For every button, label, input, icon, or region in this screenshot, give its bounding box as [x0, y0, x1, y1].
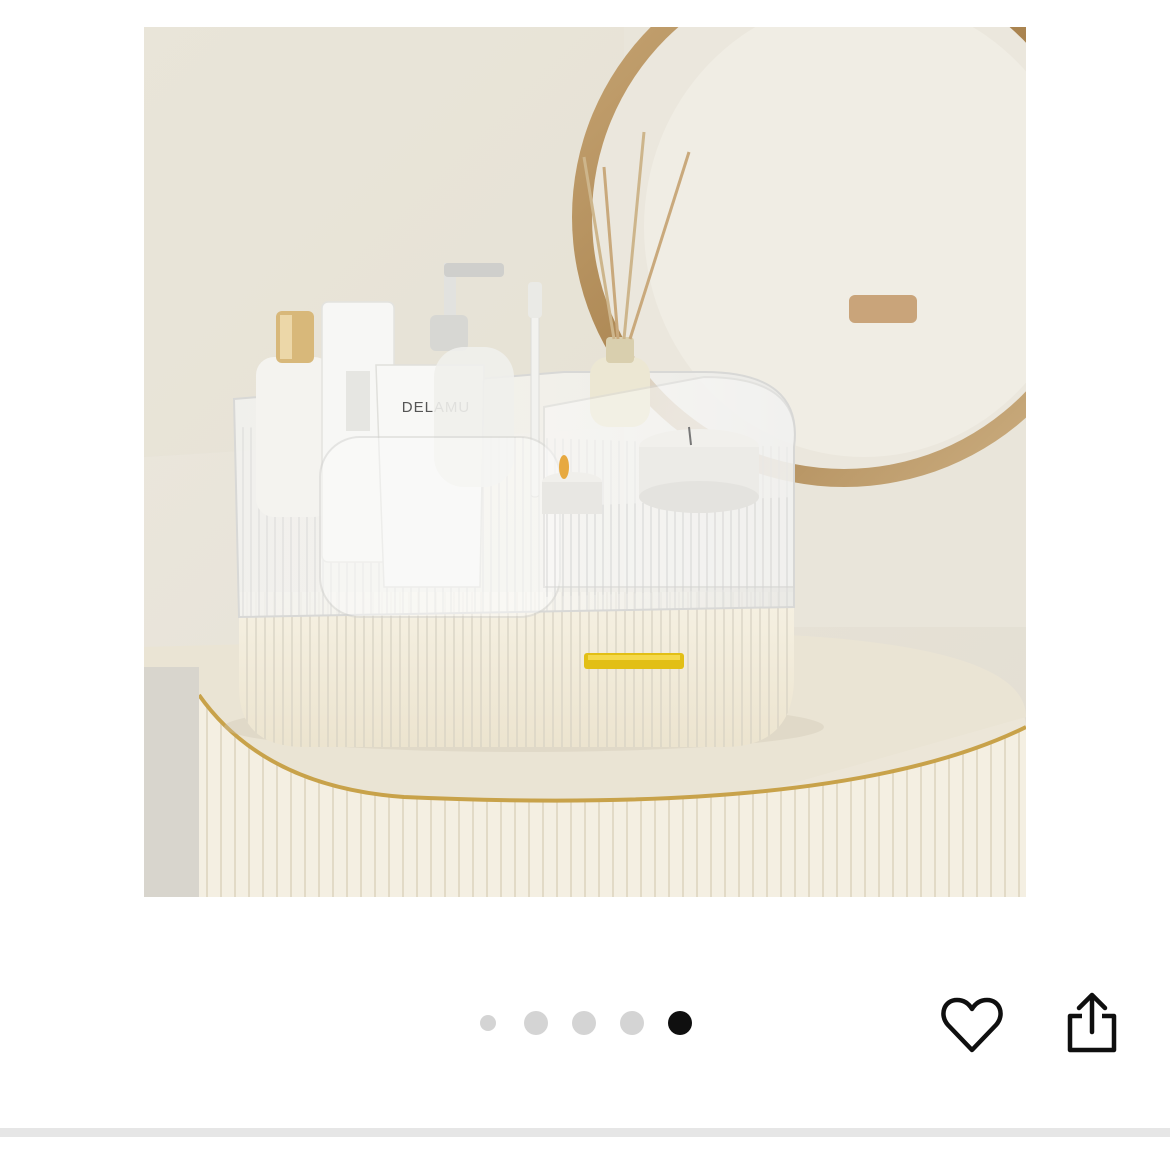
carousel-dot-4[interactable] — [620, 1011, 644, 1035]
share-button[interactable] — [1064, 990, 1120, 1054]
carousel-dot-1[interactable] — [480, 1015, 496, 1031]
carousel-dot-5-active[interactable] — [668, 1011, 692, 1035]
wishlist-button[interactable] — [940, 994, 1004, 1056]
product-photo: DELAMU — [144, 27, 1026, 897]
image-carousel-indicator — [476, 1009, 706, 1037]
section-divider — [0, 1128, 1170, 1137]
carousel-dot-2[interactable] — [524, 1011, 548, 1035]
carousel-dot-3[interactable] — [572, 1011, 596, 1035]
heart-outline-icon — [941, 997, 1003, 1053]
share-icon — [1067, 992, 1117, 1053]
product-detail-page: DELAMU — [0, 0, 1170, 1165]
product-image[interactable]: DELAMU — [144, 27, 1026, 897]
